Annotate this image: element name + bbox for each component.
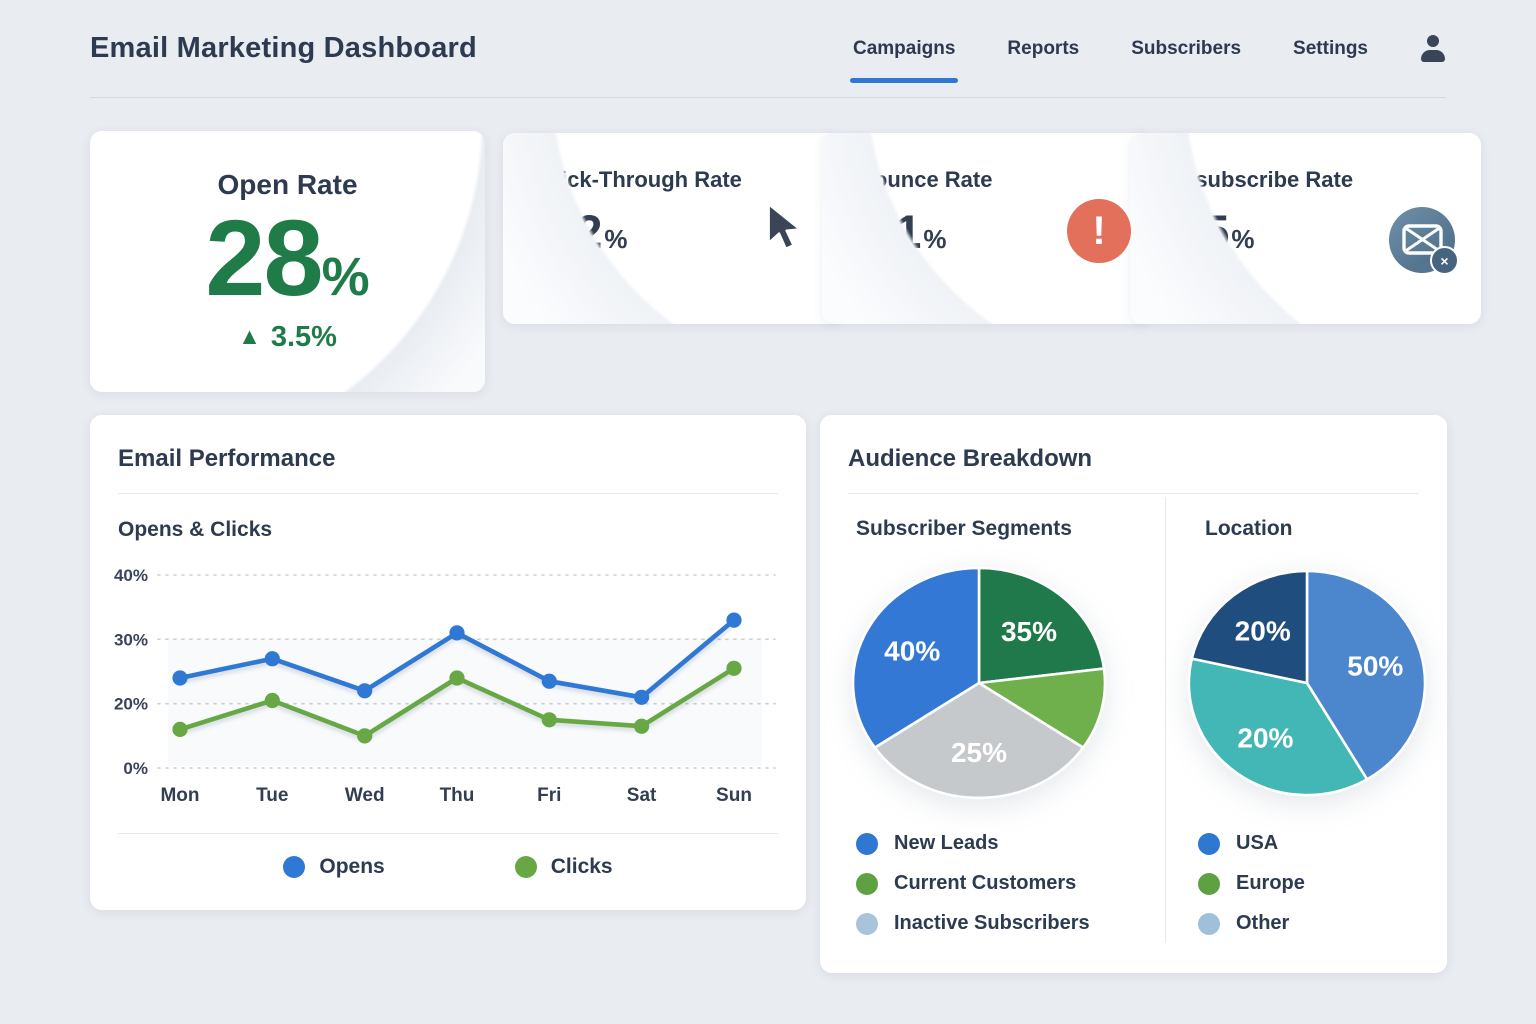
opens-clicks-subtitle: Opens & Clicks (90, 494, 806, 542)
svg-text:30%: 30% (114, 630, 148, 649)
new-leads-dot (856, 833, 878, 855)
envelope-remove-icon: × (1389, 207, 1455, 273)
open-rate-card: Open Rate 28% ▲ 3.5% (90, 131, 485, 392)
legend-item-usa: USA (1198, 832, 1305, 855)
europe-dot (1198, 873, 1220, 895)
legend-item-other: Other (1198, 912, 1305, 935)
main-nav: Campaigns Reports Subscribers Settings (853, 35, 1446, 62)
divider (848, 493, 1419, 494)
svg-text:Mon: Mon (160, 785, 199, 806)
open-rate-value: 28% (205, 203, 369, 313)
legend-item-europe: Europe (1198, 872, 1305, 895)
subscriber-segments-title: Subscriber Segments (856, 517, 1072, 541)
user-profile-icon[interactable] (1420, 35, 1446, 62)
svg-text:40%: 40% (114, 566, 148, 585)
person-icon (1427, 35, 1439, 47)
vertical-divider (1165, 497, 1166, 943)
legend-item-inactive-subscribers: Inactive Subscribers (856, 912, 1090, 935)
svg-text:40%: 40% (884, 636, 940, 667)
svg-text:Tue: Tue (256, 785, 288, 806)
unsubscribe-rate-card: Unsubscribe Rate 0.5% × (1130, 133, 1481, 324)
remove-badge-icon: × (1430, 246, 1459, 275)
alert-exclamation-icon: ! (1067, 199, 1131, 263)
nav-subscribers[interactable]: Subscribers (1131, 38, 1241, 60)
page-title: Email Marketing Dashboard (90, 32, 477, 65)
header: Email Marketing Dashboard Campaigns Repo… (90, 0, 1446, 98)
bounce-rate-card: Bounce Rate 2.1% ! (822, 133, 1151, 324)
current-customers-dot (856, 873, 878, 895)
other-dot (1198, 913, 1220, 935)
location-pie-chart: 50% 20% 20% (1186, 568, 1428, 798)
svg-text:35%: 35% (1001, 616, 1057, 647)
svg-text:20%: 20% (114, 695, 148, 714)
nav-campaigns[interactable]: Campaigns (853, 38, 955, 60)
usa-dot (1198, 833, 1220, 855)
svg-text:25%: 25% (951, 737, 1007, 768)
legend-item-opens: Opens (283, 855, 384, 879)
location-title: Location (1205, 517, 1293, 541)
svg-text:Sat: Sat (627, 785, 657, 806)
audience-breakdown-title: Audience Breakdown (820, 415, 1447, 493)
opens-clicks-line-chart: 40% 30% 20% 0% Mon Tue Wed Thu Fri Sat Sun (108, 550, 788, 810)
performance-legend: Opens Clicks (90, 855, 806, 879)
svg-text:Wed: Wed (345, 785, 385, 806)
email-performance-title: Email Performance (90, 415, 806, 493)
bounce-title: Bounce Rate (858, 167, 1151, 193)
svg-text:Sun: Sun (716, 785, 752, 806)
location-legend: USA Europe Other (1198, 832, 1305, 935)
open-rate-delta: ▲ 3.5% (238, 321, 337, 354)
nav-reports[interactable]: Reports (1007, 38, 1079, 60)
svg-text:50%: 50% (1347, 650, 1403, 681)
up-triangle-icon: ▲ (238, 323, 261, 350)
svg-text:0%: 0% (123, 759, 148, 778)
nav-settings[interactable]: Settings (1293, 38, 1368, 60)
svg-text:Fri: Fri (537, 785, 561, 806)
unsubscribe-title: Unsubscribe Rate (1166, 167, 1481, 193)
click-through-rate-card: Click-Through Rate 3.2% (503, 133, 841, 324)
email-performance-panel: Email Performance Opens & Clicks 40% 30% 2… (90, 415, 806, 910)
opens-legend-dot (283, 856, 305, 878)
svg-text:Thu: Thu (440, 785, 475, 806)
audience-breakdown-panel: Audience Breakdown Subscriber Segments L… (820, 415, 1447, 973)
inactive-subscribers-dot (856, 913, 878, 935)
divider (118, 833, 778, 834)
ctr-title: Click-Through Rate (539, 167, 841, 193)
segments-legend: New Leads Current Customers Inactive Sub… (856, 832, 1090, 935)
legend-item-clicks: Clicks (515, 855, 613, 879)
svg-text:20%: 20% (1235, 616, 1291, 647)
legend-item-new-leads: New Leads (856, 832, 1090, 855)
clicks-legend-dot (515, 856, 537, 878)
cursor-pointer-icon (763, 203, 807, 253)
svg-text:20%: 20% (1237, 722, 1293, 753)
open-rate-delta-value: 3.5% (271, 321, 337, 354)
legend-item-current-customers: Current Customers (856, 872, 1090, 895)
subscriber-segments-pie-chart: 35% 25% 40% (850, 565, 1108, 801)
